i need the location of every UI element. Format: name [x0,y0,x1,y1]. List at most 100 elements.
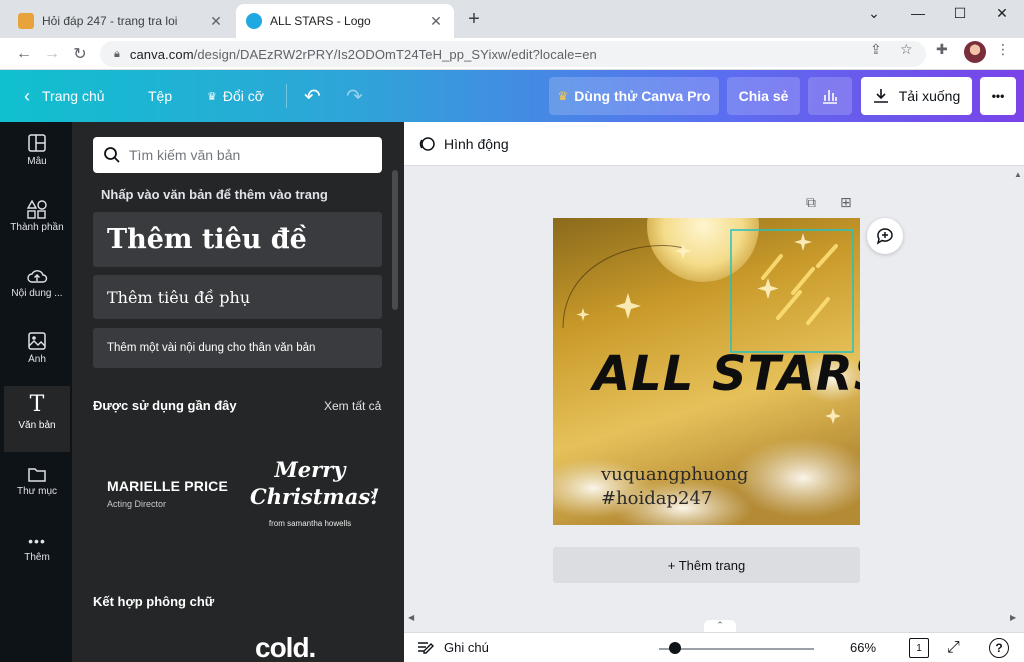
side-nav-rail: Mẫu Thành phần Nội dung ... Ảnh T Văn bả… [0,122,72,662]
comment-plus-icon [876,228,893,245]
rail-label: Văn bản [18,420,56,431]
combo-subtext: Acting Director [107,499,167,509]
rail-item-elements[interactable]: Thành phần [4,188,70,254]
try-pro-label: Dùng thử Canva Pro [574,88,711,104]
download-button[interactable]: Tải xuống [861,77,972,115]
home-button[interactable]: ‹ Trang chủ [24,70,105,122]
text-icon: T [29,392,45,417]
animate-icon [419,136,435,151]
layout-icon [4,122,70,156]
new-tab-button[interactable]: + [462,8,486,31]
design-line-2: #hoidap247 [601,488,712,509]
search-icon [104,147,120,163]
show-pages-caret-icon[interactable]: ⌃ [704,620,736,632]
share-button[interactable]: Chia sẻ [727,77,800,115]
shapes-icon [4,188,70,222]
add-heading-button[interactable]: Thêm tiêu đề [93,212,382,267]
add-page-button[interactable]: + Thêm trang [553,547,860,583]
more-icon: ••• [28,533,46,549]
crown-icon: ♛ [207,90,217,103]
resize-button[interactable]: ♛ Đổi cỡ [207,70,264,122]
combo-script-line1: Merry [274,457,346,482]
add-comment-button[interactable] [867,218,903,254]
rail-item-uploads[interactable]: Nội dung ... [4,254,70,320]
add-page-icon[interactable]: ⊞ [840,194,852,211]
scroll-right-arrow-icon[interactable]: ▶ [1010,613,1016,622]
font-combo-merry-christmas[interactable]: Merry Christmas! from samantha howells [250,438,380,548]
design-title: ALL STARS [589,346,860,402]
browser-tab-canva[interactable]: ALL STARS - Logo ✕ [236,4,454,38]
rail-label: Thư mục [16,486,58,497]
scroll-left-arrow-icon[interactable]: ◀ [408,613,414,622]
hoidap-favicon-icon [18,13,34,29]
zoom-slider-knob[interactable] [669,642,681,654]
url-text: canva.com/design/DAEzRW2rPRY/Is2ODOmT24T… [130,47,597,62]
see-all-link[interactable]: Xem tất cả [324,399,381,413]
panel-scrollbar[interactable] [392,170,398,310]
rail-item-templates[interactable]: Mẫu [4,122,70,188]
back-icon[interactable]: ← [12,42,36,66]
tab-search-chevron-icon[interactable]: ⌄ [852,0,896,26]
folder-icon [4,452,70,486]
close-tab-icon[interactable]: ✕ [428,13,444,30]
add-body-text-button[interactable]: Thêm một vài nội dung cho thân văn bản [93,328,382,368]
scroll-up-arrow-icon[interactable]: ▲ [1014,170,1022,179]
rail-item-more[interactable]: ••• Thêm [4,518,70,584]
rail-item-photos[interactable]: Ảnh [4,320,70,386]
duplicate-page-icon[interactable]: ⧉ [806,194,816,211]
zoom-level[interactable]: 66% [850,640,876,655]
profile-avatar[interactable] [964,41,986,63]
file-menu-button[interactable]: Tệp [148,70,172,122]
notes-label: Ghi chú [444,640,489,655]
rail-item-text[interactable]: T Văn bản [4,386,70,452]
undo-icon[interactable]: ↶ [304,70,321,122]
canvas-bottom-bar: Ghi chú 66% 1 ⤢ ? [404,632,1024,662]
redo-icon[interactable]: ↷ [346,70,363,122]
font-combo-marielle[interactable]: MARIELLE PRICE Acting Director [93,438,243,548]
combo-script-line2: Christmas! [250,484,380,509]
animate-button[interactable]: Hình động [444,136,509,152]
image-icon [4,320,70,354]
close-tab-icon[interactable]: ✕ [208,13,224,30]
rail-label: Thêm [24,552,50,563]
rail-label: Nội dung ... [11,288,63,299]
add-text-hint: Nhấp vào văn bản để thêm vào trang [101,187,328,202]
header-divider [286,84,287,108]
add-subheading-button[interactable]: Thêm tiêu đề phụ [93,275,382,319]
help-icon[interactable]: ? [989,638,1009,658]
rail-label: Thành phần [10,222,64,233]
bookmark-star-icon[interactable]: ☆ [900,41,913,58]
page-count-icon[interactable]: 1 [909,638,929,658]
share-page-icon[interactable]: ⇪ [870,41,882,58]
reload-icon[interactable]: ↻ [68,42,92,66]
fullscreen-icon[interactable]: ⤢ [947,639,960,657]
minimize-icon[interactable]: — [896,0,940,26]
insights-chart-icon[interactable] [808,77,852,115]
search-input[interactable] [129,147,369,163]
font-pairings-title: Kết hợp phông chữ [93,594,215,609]
more-options-button[interactable]: ••• [980,77,1016,115]
font-pair-preview[interactable]: cold. [255,632,316,662]
rail-label: Ảnh [28,354,46,365]
address-bar-row: ← → ↻ 🔒︎ canva.com/design/DAEzRW2rPRY/Is… [0,38,1024,70]
maximize-icon[interactable]: ☐ [938,0,982,26]
url-bar[interactable]: 🔒︎ canva.com/design/DAEzRW2rPRY/Is2ODOmT… [100,41,926,67]
chevron-right-icon[interactable]: › [370,484,376,505]
home-label: Trang chủ [42,88,105,104]
extensions-icon[interactable]: ✚ [936,41,948,58]
zoom-slider-track[interactable] [659,648,814,650]
download-icon [873,89,888,103]
canva-header: ‹ Trang chủ Tệp ♛ Đổi cỡ ↶ ↷ ♛ Dùng thử … [0,70,1024,122]
browser-tab-hoidap[interactable]: Hỏi đáp 247 - trang tra loi ✕ [8,4,234,38]
url-host: canva.com [129,46,194,62]
try-canva-pro-button[interactable]: ♛ Dùng thử Canva Pro [549,77,719,115]
close-window-icon[interactable]: ✕ [980,0,1024,26]
browser-menu-icon[interactable]: ⋮ [996,41,1010,58]
combo-subtext: from samantha howells [268,519,352,528]
notes-button[interactable]: Ghi chú [416,640,489,656]
rail-label: Mẫu [27,156,47,167]
forward-icon[interactable]: → [40,42,64,66]
text-search-box[interactable] [93,137,382,173]
design-page[interactable]: ALL STARS vuquangphuong #hoidap247 [553,218,860,525]
rail-item-folders[interactable]: Thư mục [4,452,70,518]
